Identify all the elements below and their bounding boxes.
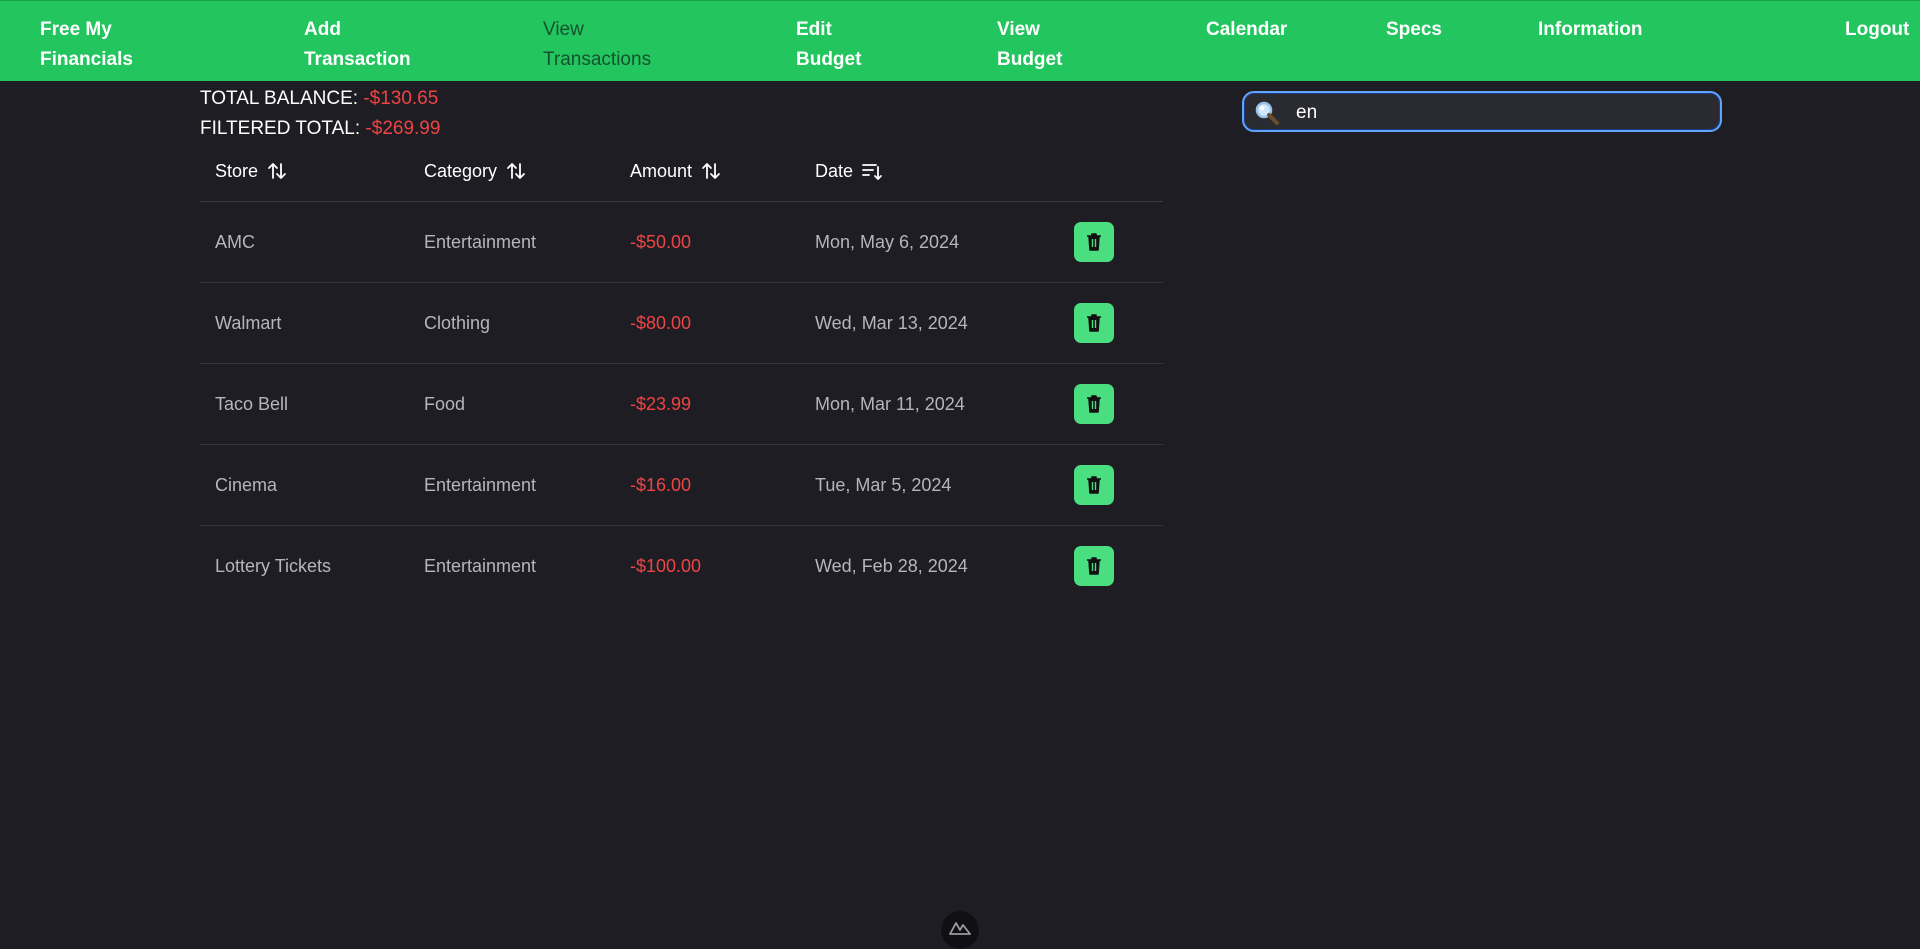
- trash-icon: [1087, 557, 1101, 575]
- top-navbar: Free My Financials Add Transaction View …: [0, 0, 1920, 81]
- nav-edit-budget[interactable]: Edit Budget: [796, 15, 861, 75]
- devtools-logo-button[interactable]: [941, 911, 979, 949]
- table-row: Cinema Entertainment -$16.00 Tue, Mar 5,…: [200, 445, 1163, 526]
- cell-store: Walmart: [215, 313, 282, 333]
- search-input[interactable]: [1294, 97, 1708, 129]
- delete-button[interactable]: [1074, 222, 1114, 262]
- nav-view-transactions[interactable]: View Transactions: [543, 15, 651, 75]
- sort-arrows-icon: [702, 163, 720, 179]
- column-header-store-label: Store: [215, 160, 259, 181]
- nav-brand-link[interactable]: Free My Financials: [40, 15, 133, 75]
- cell-amount: -$23.99: [630, 394, 692, 414]
- table-row: Walmart Clothing -$80.00 Wed, Mar 13, 20…: [200, 283, 1163, 364]
- table-row: AMC Entertainment -$50.00 Mon, May 6, 20…: [200, 202, 1163, 283]
- sort-descending-icon: [862, 164, 882, 180]
- cell-category: Entertainment: [424, 232, 537, 252]
- cell-amount: -$100.00: [630, 556, 702, 576]
- nav-add-transaction[interactable]: Add Transaction: [304, 15, 411, 75]
- cell-date: Wed, Mar 13, 2024: [815, 313, 968, 333]
- nav-logout[interactable]: Logout: [1845, 15, 1909, 45]
- search-icon: [1254, 100, 1280, 126]
- table-header: Store Category Amount Date: [200, 148, 1163, 202]
- delete-button[interactable]: [1074, 546, 1114, 586]
- nav-specs[interactable]: Specs: [1386, 15, 1442, 45]
- trash-icon: [1087, 476, 1101, 494]
- column-header-date-label: Date: [815, 160, 854, 181]
- column-header-date[interactable]: Date: [815, 160, 883, 182]
- column-header-amount-label: Amount: [630, 160, 693, 181]
- trash-icon: [1087, 233, 1101, 251]
- cell-amount: -$80.00: [630, 313, 692, 333]
- filtered-total-value: -$269.99: [365, 118, 441, 139]
- delete-button[interactable]: [1074, 465, 1114, 505]
- sort-arrows-icon: [268, 163, 286, 179]
- nav-information[interactable]: Information: [1538, 15, 1643, 45]
- filtered-total-line: FILTERED TOTAL: -$269.99: [200, 114, 440, 144]
- nav-view-budget[interactable]: View Budget: [997, 15, 1062, 75]
- column-header-amount[interactable]: Amount: [630, 160, 722, 182]
- table-row: Taco Bell Food -$23.99 Mon, Mar 11, 2024: [200, 364, 1163, 445]
- column-header-category-label: Category: [424, 160, 498, 181]
- balance-summary: TOTAL BALANCE: -$130.65 FILTERED TOTAL: …: [200, 84, 440, 144]
- filtered-total-label: FILTERED TOTAL:: [200, 118, 361, 139]
- delete-button[interactable]: [1074, 384, 1114, 424]
- column-header-store[interactable]: Store: [215, 160, 288, 182]
- cell-store: Lottery Tickets: [215, 556, 332, 576]
- search-box: [1242, 91, 1722, 132]
- cell-category: Clothing: [424, 313, 491, 333]
- transactions-table: Store Category Amount Date AMC Entertain…: [200, 148, 1163, 606]
- delete-button[interactable]: [1074, 303, 1114, 343]
- cell-date: Tue, Mar 5, 2024: [815, 475, 952, 495]
- cell-amount: -$50.00: [630, 232, 692, 252]
- cell-category: Food: [424, 394, 466, 414]
- cell-date: Wed, Feb 28, 2024: [815, 556, 968, 576]
- cell-store: Cinema: [215, 475, 278, 495]
- nav-calendar[interactable]: Calendar: [1206, 15, 1287, 45]
- cell-date: Mon, Mar 11, 2024: [815, 394, 965, 414]
- total-balance-line: TOTAL BALANCE: -$130.65: [200, 84, 440, 114]
- cell-amount: -$16.00: [630, 475, 692, 495]
- nuxt-logo-icon: [949, 922, 971, 935]
- total-balance-value: -$130.65: [363, 88, 439, 109]
- sort-arrows-icon: [507, 163, 525, 179]
- table-row: Lottery Tickets Entertainment -$100.00 W…: [200, 526, 1163, 606]
- column-header-category[interactable]: Category: [424, 160, 527, 182]
- cell-store: AMC: [215, 232, 255, 252]
- cell-category: Entertainment: [424, 475, 537, 495]
- trash-icon: [1087, 314, 1101, 332]
- cell-category: Entertainment: [424, 556, 537, 576]
- cell-store: Taco Bell: [215, 394, 289, 414]
- trash-icon: [1087, 395, 1101, 413]
- total-balance-label: TOTAL BALANCE:: [200, 88, 359, 109]
- cell-date: Mon, May 6, 2024: [815, 232, 960, 252]
